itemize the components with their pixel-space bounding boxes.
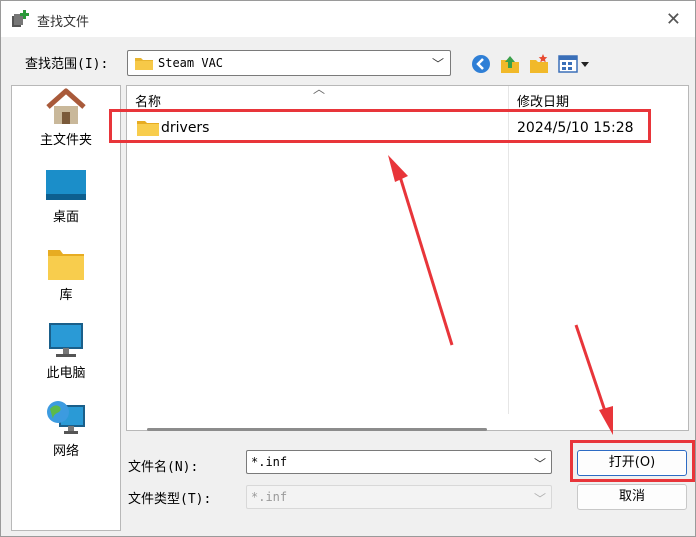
place-network[interactable]: 网络 bbox=[12, 398, 120, 459]
list-item[interactable]: drivers 2024/5/10 15:28 bbox=[129, 117, 685, 141]
column-header-name[interactable]: 名称 bbox=[135, 91, 161, 110]
computer-icon bbox=[49, 323, 83, 357]
places-bar: 主文件夹 桌面 库 此电脑 网络 bbox=[11, 85, 121, 531]
file-name-label: 文件名(N): bbox=[128, 460, 199, 475]
app-icon bbox=[12, 10, 29, 27]
file-name-value: *.inf bbox=[251, 455, 288, 469]
column-header-modified[interactable]: 修改日期 bbox=[517, 91, 569, 110]
network-icon bbox=[47, 401, 85, 434]
place-label: 主文件夹 bbox=[39, 133, 92, 148]
place-label: 桌面 bbox=[52, 210, 79, 225]
look-in-dropdown[interactable]: Steam VAC ﹀ bbox=[127, 50, 451, 76]
place-this-pc[interactable]: 此电脑 bbox=[12, 322, 120, 381]
back-icon[interactable] bbox=[470, 53, 492, 75]
place-library[interactable]: 库 bbox=[12, 246, 120, 303]
chevron-down-icon: ﹀ bbox=[431, 57, 444, 71]
place-label: 此电脑 bbox=[46, 366, 86, 381]
file-name: drivers bbox=[161, 120, 210, 136]
home-icon bbox=[46, 88, 86, 124]
file-name-input[interactable]: *.inf ﹀ bbox=[246, 450, 552, 474]
place-desktop[interactable]: 桌面 bbox=[12, 168, 120, 225]
place-label: 库 bbox=[59, 288, 73, 303]
look-in-label: 查找范围(I): bbox=[25, 57, 109, 72]
file-type-label: 文件类型(T): bbox=[128, 492, 212, 507]
look-in-value: Steam VAC bbox=[158, 56, 224, 70]
sort-ascending-icon: ︿ bbox=[313, 82, 326, 96]
chevron-down-icon[interactable]: ﹀ bbox=[534, 455, 546, 472]
library-folder-icon bbox=[48, 250, 84, 280]
chevron-down-icon: ﹀ bbox=[533, 492, 546, 506]
file-type-dropdown[interactable]: *.inf ﹀ bbox=[246, 485, 552, 509]
horizontal-scrollbar[interactable] bbox=[147, 428, 487, 431]
close-icon[interactable]: ✕ bbox=[666, 9, 681, 30]
open-button[interactable]: 打开(O) bbox=[577, 450, 687, 476]
desktop-icon bbox=[46, 170, 86, 200]
place-home[interactable]: 主文件夹 bbox=[12, 87, 120, 148]
open-file-dialog: 查找文件 ✕ 查找范围(I): Steam VAC ﹀ 主文件夹 桌面 库 此电… bbox=[0, 0, 696, 537]
file-type-value: *.inf bbox=[251, 490, 288, 504]
new-folder-icon[interactable] bbox=[528, 53, 550, 75]
place-label: 网络 bbox=[52, 444, 79, 459]
view-menu-icon[interactable] bbox=[557, 53, 591, 75]
folder-icon bbox=[137, 121, 159, 136]
window-title: 查找文件 bbox=[37, 15, 90, 30]
file-modified: 2024/5/10 15:28 bbox=[517, 120, 634, 136]
up-folder-icon[interactable] bbox=[499, 53, 521, 75]
title-bar: 查找文件 ✕ bbox=[1, 1, 695, 37]
folder-icon bbox=[135, 58, 153, 70]
cancel-button[interactable]: 取消 bbox=[577, 484, 687, 510]
file-list[interactable]: ︿ 名称 修改日期 drivers 2024/5/10 15:28 bbox=[126, 82, 689, 431]
